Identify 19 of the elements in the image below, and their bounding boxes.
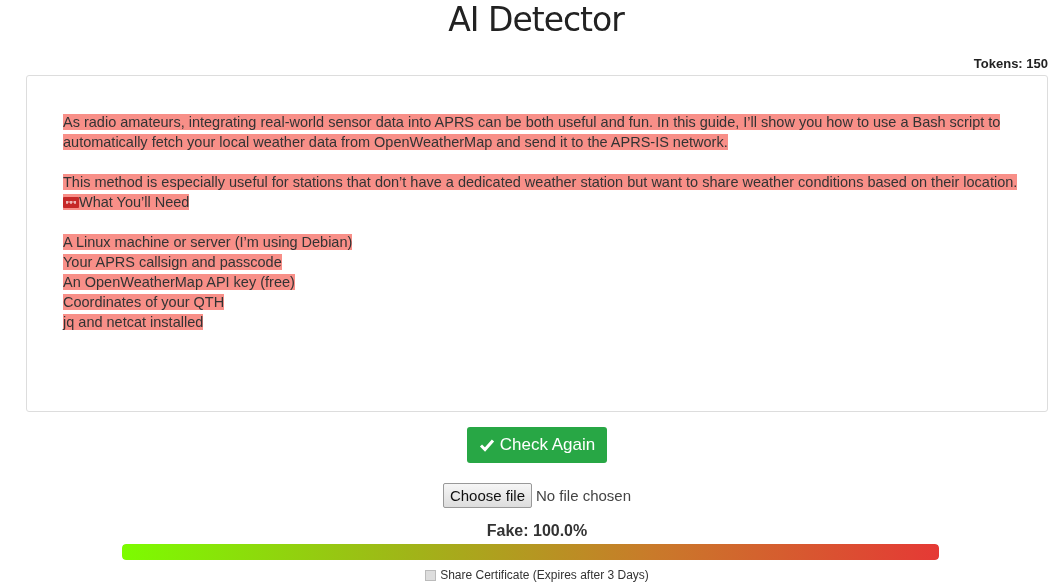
highlighted-text: Your APRS callsign and passcode	[63, 254, 282, 270]
highlighted-text: As radio amateurs, integrating real-world sensor data into APRS can be both useful and fun. In this guide, I’ll show you how to use a Bash script to	[63, 114, 1001, 130]
highlighted-text: A Linux machine or server (I’m using Debian)	[63, 234, 353, 250]
highlighted-text: jq and netcat installed	[63, 314, 204, 330]
page-title: AI Detector	[447, 0, 626, 40]
highlighted-text: An OpenWeatherMap API key (free)	[63, 274, 295, 290]
highlighted-text: automatically fetch your local weather data from OpenWeatherMap and send it to the APRS-IS network.	[63, 134, 728, 150]
file-status: No file chosen	[536, 487, 632, 504]
choose-file-button[interactable]: Choose file	[442, 483, 532, 508]
share-label: Share Certificate (Expires after 3 Days)	[440, 568, 649, 582]
check-icon	[478, 437, 495, 453]
highlighted-text: What You’ll Need	[63, 194, 190, 210]
toolbox-icon	[63, 196, 79, 208]
token-count: Tokens: 150	[973, 56, 1048, 73]
checkbox[interactable]	[425, 569, 437, 581]
highlighted-text: Coordinates of your QTH	[63, 294, 225, 310]
result-label: Fake: 100.0%	[486, 522, 588, 540]
text-area[interactable]	[26, 75, 1048, 412]
highlighted-text: This method is especially useful for stations that don’t have a dedicated weather station but want to share weather conditions based on their location.	[63, 174, 1018, 190]
